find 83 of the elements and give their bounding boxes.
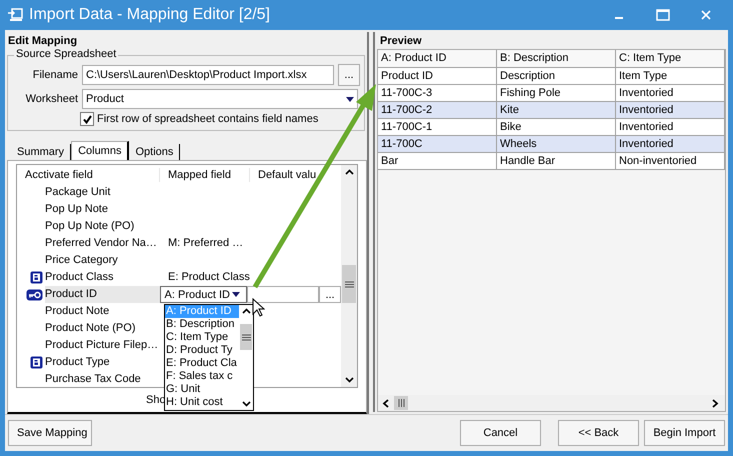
column-header[interactable]: B: Description <box>497 50 616 67</box>
table-cell: 11-700C-1 <box>378 119 497 135</box>
column-header[interactable]: Acctivate field <box>17 168 160 182</box>
back-button[interactable]: << Back <box>558 420 639 446</box>
begin-import-button[interactable]: Begin Import <box>644 420 725 446</box>
table-cell: 11-700C-2 <box>378 102 497 118</box>
panel-title: Edit Mapping <box>7 34 78 49</box>
dropdown-option[interactable]: H: Unit cost <box>165 396 239 409</box>
checkbox-label: First row of spreadsheet contains field names <box>97 113 318 125</box>
grip-icon[interactable] <box>242 334 250 340</box>
browse-button[interactable]: ... <box>338 64 360 86</box>
mapped-field-cell-text: M: Preferred … <box>167 236 244 251</box>
table-cell: Inventoried <box>616 102 725 118</box>
field-name-cell[interactable]: Product Note <box>45 303 160 320</box>
table-cell: Inventoried <box>616 136 725 152</box>
table-cell: Non-inventoried <box>616 153 725 169</box>
dropdown-option[interactable]: B: Description <box>165 318 239 331</box>
horizontal-scrollbar[interactable] <box>378 395 725 411</box>
table-cell: Bar <box>378 153 497 169</box>
dropdown-option[interactable]: D: Product Ty <box>165 344 239 357</box>
scroll-right-icon[interactable] <box>711 398 719 408</box>
column-header[interactable]: A: Product ID <box>378 50 497 67</box>
table-cell: Description <box>497 68 616 84</box>
cancel-button[interactable]: Cancel <box>460 420 541 446</box>
dropdown-option[interactable]: C: Item Type <box>165 331 239 344</box>
browse-button[interactable]: ... <box>319 286 341 303</box>
table-cell: Kite <box>497 102 616 118</box>
scroll-down-icon[interactable] <box>344 377 354 383</box>
table-cell: Bike <box>497 119 616 135</box>
dropdown-option[interactable]: F: Sales tax c <box>165 370 239 383</box>
column-header[interactable]: C: Item Type <box>616 50 725 67</box>
field-name-cell[interactable]: Purchase Tax Code <box>45 371 160 387</box>
table-cell: Inventoried <box>616 119 725 135</box>
table-cell: Item Type <box>616 68 725 84</box>
table-cell: Handle Bar <box>497 153 616 169</box>
column-header[interactable]: Mapped field <box>160 168 250 182</box>
table-cell: Product ID <box>378 68 497 84</box>
close-icon[interactable] <box>700 9 712 21</box>
group-title: Source Spreadsheet <box>14 48 118 60</box>
dropdown-option[interactable]: G: Unit <box>165 383 239 396</box>
table-cell: 11-700C <box>378 136 497 152</box>
field-name-cell[interactable]: Package Unit <box>45 184 160 201</box>
field-name-cell[interactable]: Pop Up Note (PO) <box>45 218 160 235</box>
filename-field[interactable]: C:\Users\Lauren\Desktop\Product Import.xlsx <box>82 65 334 85</box>
mapped-field-dropdown[interactable]: A: Product ID <box>160 286 248 303</box>
table-cell: Fishing Pole <box>497 85 616 101</box>
key-icon <box>26 288 43 300</box>
dropdown-arrow-icon <box>232 292 240 297</box>
window-title: Import Data - Mapping Editor [2/5] <box>29 6 270 24</box>
required-icon <box>30 356 43 369</box>
column-header[interactable]: Default valu <box>250 168 320 182</box>
checkbox[interactable] <box>80 112 94 126</box>
worksheet-dropdown[interactable]: Product <box>82 89 358 109</box>
maximize-icon[interactable] <box>656 9 670 21</box>
grip-icon[interactable] <box>398 399 404 407</box>
worksheet-label: Worksheet <box>24 93 79 105</box>
filename-label: Filename <box>32 69 79 81</box>
field-name-cell[interactable]: Preferred Vendor Na… <box>45 235 160 252</box>
import-icon <box>7 7 23 23</box>
field-name-cell[interactable]: Product ID <box>44 286 160 303</box>
vertical-scrollbar[interactable] <box>341 165 357 387</box>
field-name-cell[interactable]: Price Category <box>45 252 160 269</box>
field-name-cell[interactable]: Product Note (PO) <box>45 320 160 337</box>
table-cell: Wheels <box>497 136 616 152</box>
tab[interactable]: Columns <box>71 141 130 160</box>
scroll-down-icon[interactable] <box>242 401 250 407</box>
field-name-cell[interactable]: Product Class <box>45 269 160 286</box>
table-cell: 11-700C-3 <box>378 85 497 101</box>
scroll-up-icon[interactable] <box>242 308 250 314</box>
scroll-up-icon[interactable] <box>344 169 354 175</box>
grip-icon[interactable] <box>344 280 354 288</box>
save-mapping-button[interactable]: Save Mapping <box>8 420 92 446</box>
default-value-field[interactable] <box>247 286 320 303</box>
dropdown-option[interactable]: E: Product Cla <box>165 357 239 370</box>
panel-title: Preview <box>379 34 423 49</box>
required-icon <box>30 271 43 284</box>
field-name-cell[interactable]: Product Picture Filep… <box>45 337 160 354</box>
field-name-cell[interactable]: Pop Up Note <box>45 201 160 218</box>
mapped-field-cell-text: E: Product Class <box>167 270 250 285</box>
table-cell: Inventoried <box>616 85 725 101</box>
dropdown-arrow-icon <box>346 96 354 102</box>
scroll-left-icon[interactable] <box>382 398 390 408</box>
field-name-cell[interactable]: Product Type <box>45 354 160 371</box>
